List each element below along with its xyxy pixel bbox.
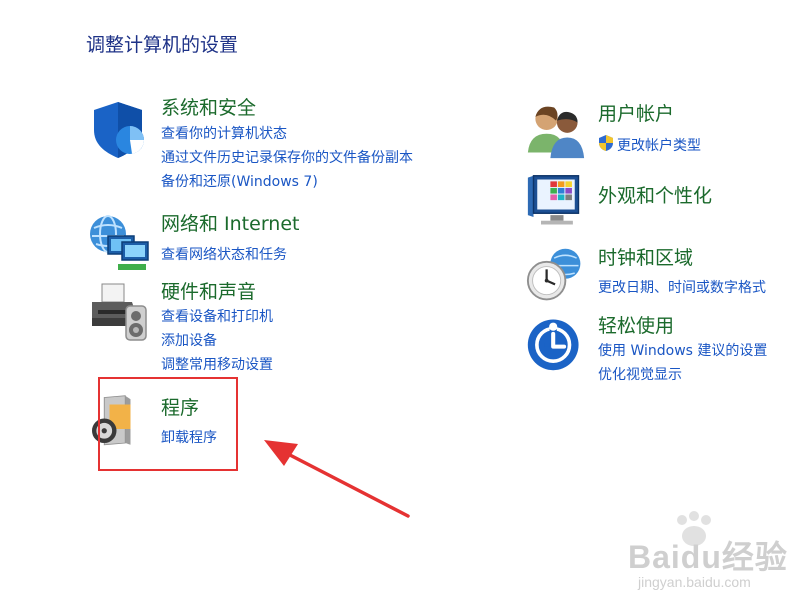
link-add-device[interactable]: 添加设备 — [161, 331, 217, 351]
ease-of-access-icon[interactable] — [526, 312, 584, 374]
category-title[interactable]: 外观和个性化 — [598, 184, 712, 208]
clock-globe-icon[interactable] — [526, 244, 586, 306]
watermark-url: jingyan.baidu.com — [638, 574, 751, 590]
category-title[interactable]: 硬件和声音 — [161, 280, 256, 304]
category-title[interactable]: 用户帐户 — [598, 102, 674, 126]
category-title[interactable]: 网络和 Internet — [161, 212, 299, 236]
page-title: 调整计算机的设置 — [86, 34, 239, 56]
category-title[interactable]: 轻松使用 — [598, 314, 674, 338]
users-icon[interactable] — [526, 100, 586, 160]
control-panel-page: 调整计算机的设置 系统和安全 查看你的计算机状态 通过文件历史记录保存你的文件备… — [0, 0, 808, 604]
category-title[interactable]: 系统和安全 — [161, 96, 256, 120]
link-label: 更改帐户类型 — [617, 138, 701, 154]
link-backup-restore[interactable]: 备份和还原(Windows 7) — [161, 172, 318, 192]
link-change-account-type[interactable]: 更改帐户类型 — [598, 134, 701, 156]
link-recommended-settings[interactable]: 使用 Windows 建议的设置 — [598, 341, 767, 361]
link-mobility-settings[interactable]: 调整常用移动设置 — [161, 355, 273, 375]
link-file-history-backup[interactable]: 通过文件历史记录保存你的文件备份副本 — [161, 148, 413, 168]
link-view-computer-status[interactable]: 查看你的计算机状态 — [161, 124, 287, 144]
network-icon[interactable] — [88, 212, 152, 276]
printer-icon[interactable] — [88, 280, 152, 344]
category-title[interactable]: 时钟和区域 — [598, 246, 693, 270]
display-icon[interactable] — [526, 170, 586, 234]
annotation-arrow-icon — [264, 440, 410, 518]
uac-shield-icon — [599, 135, 613, 151]
link-optimize-visual-display[interactable]: 优化视觉显示 — [598, 365, 682, 385]
highlight-box — [98, 377, 238, 471]
link-devices-printers[interactable]: 查看设备和打印机 — [161, 307, 273, 327]
shield-icon[interactable] — [88, 96, 152, 160]
watermark-brand: Baidu经验 — [628, 539, 788, 575]
link-network-status[interactable]: 查看网络状态和任务 — [161, 245, 287, 265]
link-change-date-time-format[interactable]: 更改日期、时间或数字格式 — [598, 278, 766, 298]
watermark: Baidu经验 jingyan.baidu.com — [628, 510, 787, 590]
